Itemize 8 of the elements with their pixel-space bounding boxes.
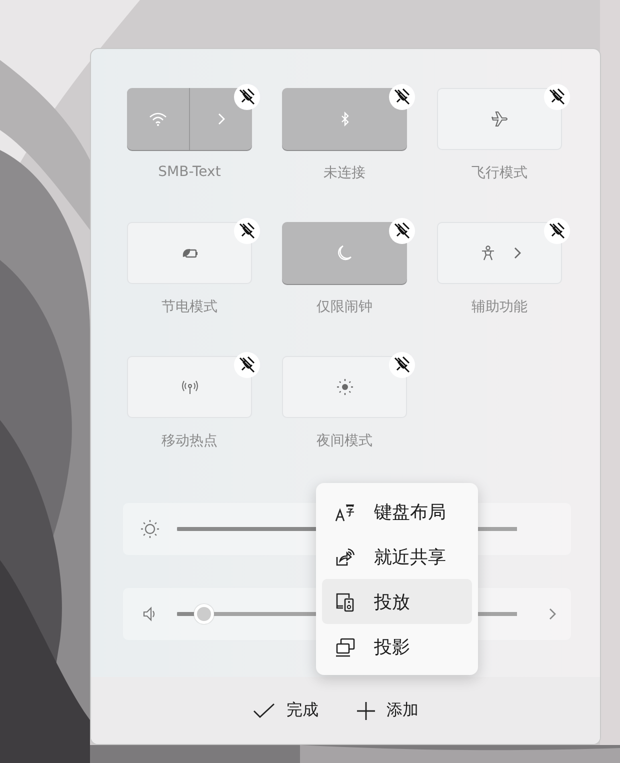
tile-label: SMB-Text [158,164,221,180]
tile-label: 夜间模式 [316,432,372,450]
tile-label: 移动热点 [162,432,218,450]
tile-label: 节电模式 [162,298,218,316]
tile-label: 未连接 [324,164,366,182]
tile-label: 仅限闹钟 [316,298,372,316]
tile-label: 辅助功能 [472,298,528,316]
tile-label: 飞行模式 [472,164,528,182]
